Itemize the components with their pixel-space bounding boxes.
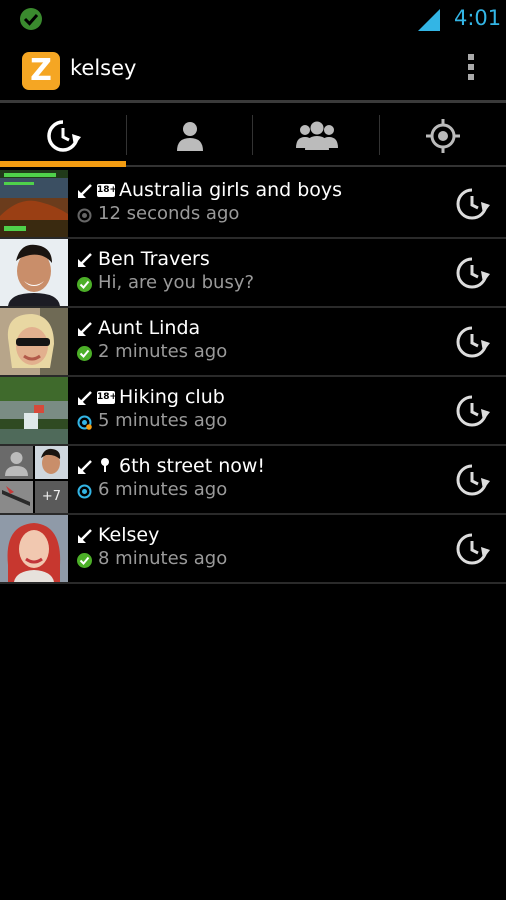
online-status-icon <box>77 553 92 568</box>
list-item[interactable]: Ben Travers Hi, are you busy? <box>0 239 506 308</box>
status-bar: 4:01 <box>0 0 506 38</box>
list-item[interactable]: Kelsey 8 minutes ago <box>0 515 506 584</box>
tab-bar <box>0 103 506 166</box>
broadcast-status-icon <box>77 484 92 499</box>
adult-badge: 18+ <box>97 184 118 197</box>
profile-photo <box>0 308 68 375</box>
online-status-icon <box>77 277 92 292</box>
recent-clock-icon[interactable] <box>454 393 490 429</box>
profile-photo <box>0 515 68 582</box>
group-collage: +7 <box>0 446 68 513</box>
profile-photo <box>0 239 68 306</box>
clock: 4:01 <box>454 6 502 30</box>
tab-indicator <box>0 161 126 167</box>
group-icon <box>296 121 338 150</box>
location-pin-icon <box>101 458 109 472</box>
conversation-subtitle: 8 minutes ago <box>98 548 228 569</box>
check-icon <box>20 8 42 30</box>
incoming-arrow-icon <box>78 322 92 336</box>
conversation-title: Ben Travers <box>98 248 210 270</box>
recent-clock-icon[interactable] <box>454 531 490 567</box>
incoming-arrow-icon <box>78 253 92 267</box>
conversation-subtitle: 12 seconds ago <box>98 203 240 224</box>
list-item[interactable]: +7 6th street now! 6 minutes ago <box>0 446 506 515</box>
conversation-title: Hiking club <box>119 386 225 408</box>
tab-groups[interactable] <box>253 103 379 166</box>
online-status-icon <box>77 346 92 361</box>
incoming-arrow-icon <box>78 529 92 543</box>
list-item[interactable]: Aunt Linda 2 minutes ago <box>0 308 506 377</box>
person-icon <box>177 122 203 151</box>
location-target-icon <box>426 119 460 153</box>
list-item[interactable]: 18+ Australia girls and boys 12 seconds … <box>0 170 506 239</box>
offline-status-icon <box>77 208 92 223</box>
conversation-list: 18+ Australia girls and boys 12 seconds … <box>0 170 506 584</box>
app-logo[interactable]: Z <box>22 52 60 90</box>
app-title: kelsey <box>70 56 137 80</box>
conversation-subtitle: Hi, are you busy? <box>98 272 255 293</box>
tab-recent[interactable] <box>0 103 126 166</box>
more-members-count: +7 <box>41 489 62 504</box>
tab-friends[interactable] <box>127 103 253 166</box>
incoming-arrow-icon <box>78 391 92 405</box>
broadcast-status-icon <box>77 415 92 430</box>
recent-clock-icon[interactable] <box>454 324 490 360</box>
conversation-subtitle: 5 minutes ago <box>98 410 228 431</box>
conversation-title: Aunt Linda <box>98 317 201 339</box>
recent-clock-icon[interactable] <box>454 255 490 291</box>
recent-clock-icon[interactable] <box>454 462 490 498</box>
recent-clock-icon[interactable] <box>454 186 490 222</box>
signal-icon <box>418 9 440 31</box>
list-item[interactable]: 18+ Hiking club 5 minutes ago <box>0 377 506 446</box>
conversation-subtitle: 2 minutes ago <box>98 341 228 362</box>
logo-letter: Z <box>30 53 52 88</box>
incoming-arrow-icon <box>78 184 92 198</box>
action-bar: Z kelsey <box>0 38 506 100</box>
overflow-menu-icon[interactable] <box>464 54 478 88</box>
conversation-subtitle: 6 minutes ago <box>98 479 228 500</box>
recent-clock-icon <box>47 120 81 152</box>
conversation-title: Australia girls and boys <box>119 179 343 201</box>
conversation-title: Kelsey <box>98 524 160 546</box>
landscape-thumbnail <box>0 170 68 237</box>
incoming-arrow-icon <box>78 460 92 474</box>
tab-underline <box>126 165 506 167</box>
adult-badge: 18+ <box>97 391 118 404</box>
waterfall-thumbnail <box>0 377 68 444</box>
tab-nearby[interactable] <box>380 103 506 166</box>
conversation-title: 6th street now! <box>119 455 266 477</box>
